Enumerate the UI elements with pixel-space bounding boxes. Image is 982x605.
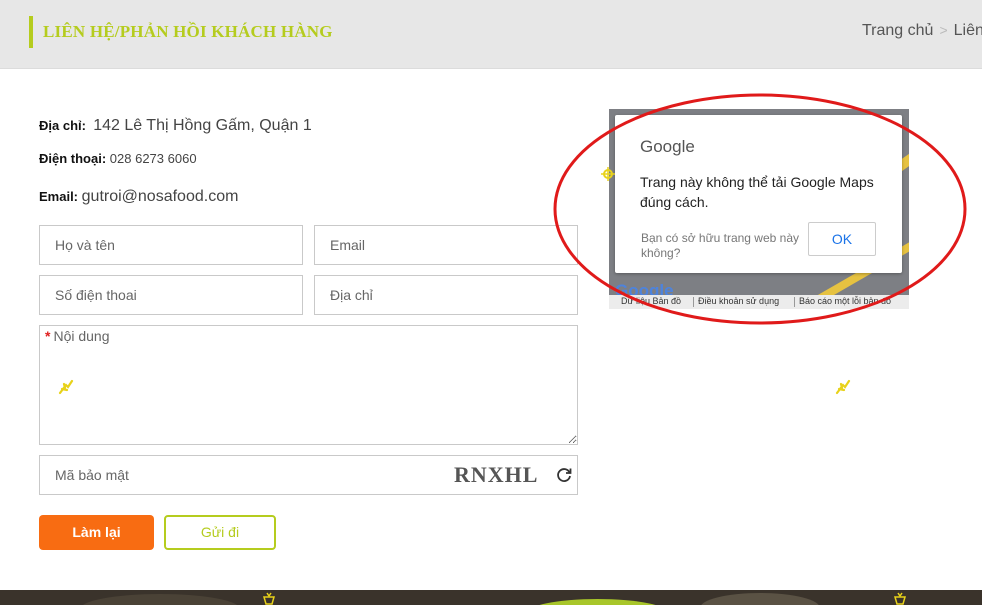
phone-input[interactable]: [39, 275, 303, 315]
sparkle-icon: [601, 167, 615, 181]
name-input[interactable]: [39, 225, 303, 265]
phone-label: Điện thoại:: [39, 151, 107, 166]
content-label-text: Nội dung: [53, 328, 110, 344]
email-label: Email:: [39, 189, 79, 204]
background-pattern: [700, 593, 820, 605]
map-footer: Dữ liệu Bản đồ Điều khoản sử dụng Báo cá…: [609, 295, 909, 309]
background-pattern: [80, 594, 240, 605]
background-pattern: [525, 599, 670, 605]
footer-divider: [794, 297, 795, 307]
map-error-message: Trang này không thể tải Google Maps đúng…: [640, 174, 874, 210]
email-line: Email: gutroi@nosafood.com: [39, 188, 238, 206]
content-textarea[interactable]: [39, 325, 578, 445]
breadcrumb: Trang chủ > Liên: [862, 22, 982, 40]
send-button[interactable]: Gửi đi: [164, 515, 276, 550]
footer-divider: [693, 297, 694, 307]
content-label: * Nội dung: [45, 328, 110, 344]
email-input[interactable]: [314, 225, 578, 265]
cup-icon: [894, 592, 906, 605]
cup-icon: [263, 592, 275, 605]
map-error-dialog: Google Trang này không thể tải Google Ma…: [615, 115, 902, 273]
google-brand: Google: [640, 137, 695, 156]
title-accent-bar: [29, 16, 33, 48]
captcha-image: RNXHL: [454, 462, 539, 487]
address-line: Địa chỉ: 142 Lê Thị Hồng Gấm, Quận 1: [39, 117, 312, 135]
map-report-link[interactable]: Báo cáo một lỗi bản đồ: [799, 296, 891, 306]
footer-background-strip: [0, 590, 982, 605]
breadcrumb-current-link[interactable]: Liên: [954, 22, 982, 39]
chevron-right-icon: >: [939, 22, 948, 38]
page-title: LIÊN HỆ/PHẢN HỒI KHÁCH HÀNG: [43, 22, 333, 41]
sparkle-icon: [58, 379, 74, 395]
map-terms-link[interactable]: Điều khoản sử dụng: [698, 296, 779, 306]
map-ok-button[interactable]: OK: [808, 222, 876, 256]
address-input[interactable]: [314, 275, 578, 315]
reset-button[interactable]: Làm lại: [39, 515, 154, 550]
address-label: Địa chỉ:: [39, 118, 86, 133]
phone-value: 028 6273 6060: [109, 151, 197, 166]
page-header: LIÊN HỆ/PHẢN HỒI KHÁCH HÀNG Trang chủ > Li…: [0, 0, 982, 69]
address-value: 142 Lê Thị Hồng Gấm, Quận 1: [93, 117, 312, 134]
required-mark: *: [45, 328, 51, 344]
map-data-link[interactable]: Dữ liệu Bản đồ: [621, 296, 681, 306]
sparkle-icon: [835, 379, 851, 395]
refresh-icon[interactable]: [555, 466, 573, 484]
phone-line: Điện thoại: 028 6273 6060: [39, 151, 197, 166]
google-map[interactable]: Google Trang này không thể tải Google Ma…: [609, 109, 909, 309]
breadcrumb-home-link[interactable]: Trang chủ: [862, 22, 933, 39]
email-value: gutroi@nosafood.com: [81, 188, 239, 205]
map-owner-question: Bạn có sở hữu trang web này không?: [641, 231, 799, 260]
